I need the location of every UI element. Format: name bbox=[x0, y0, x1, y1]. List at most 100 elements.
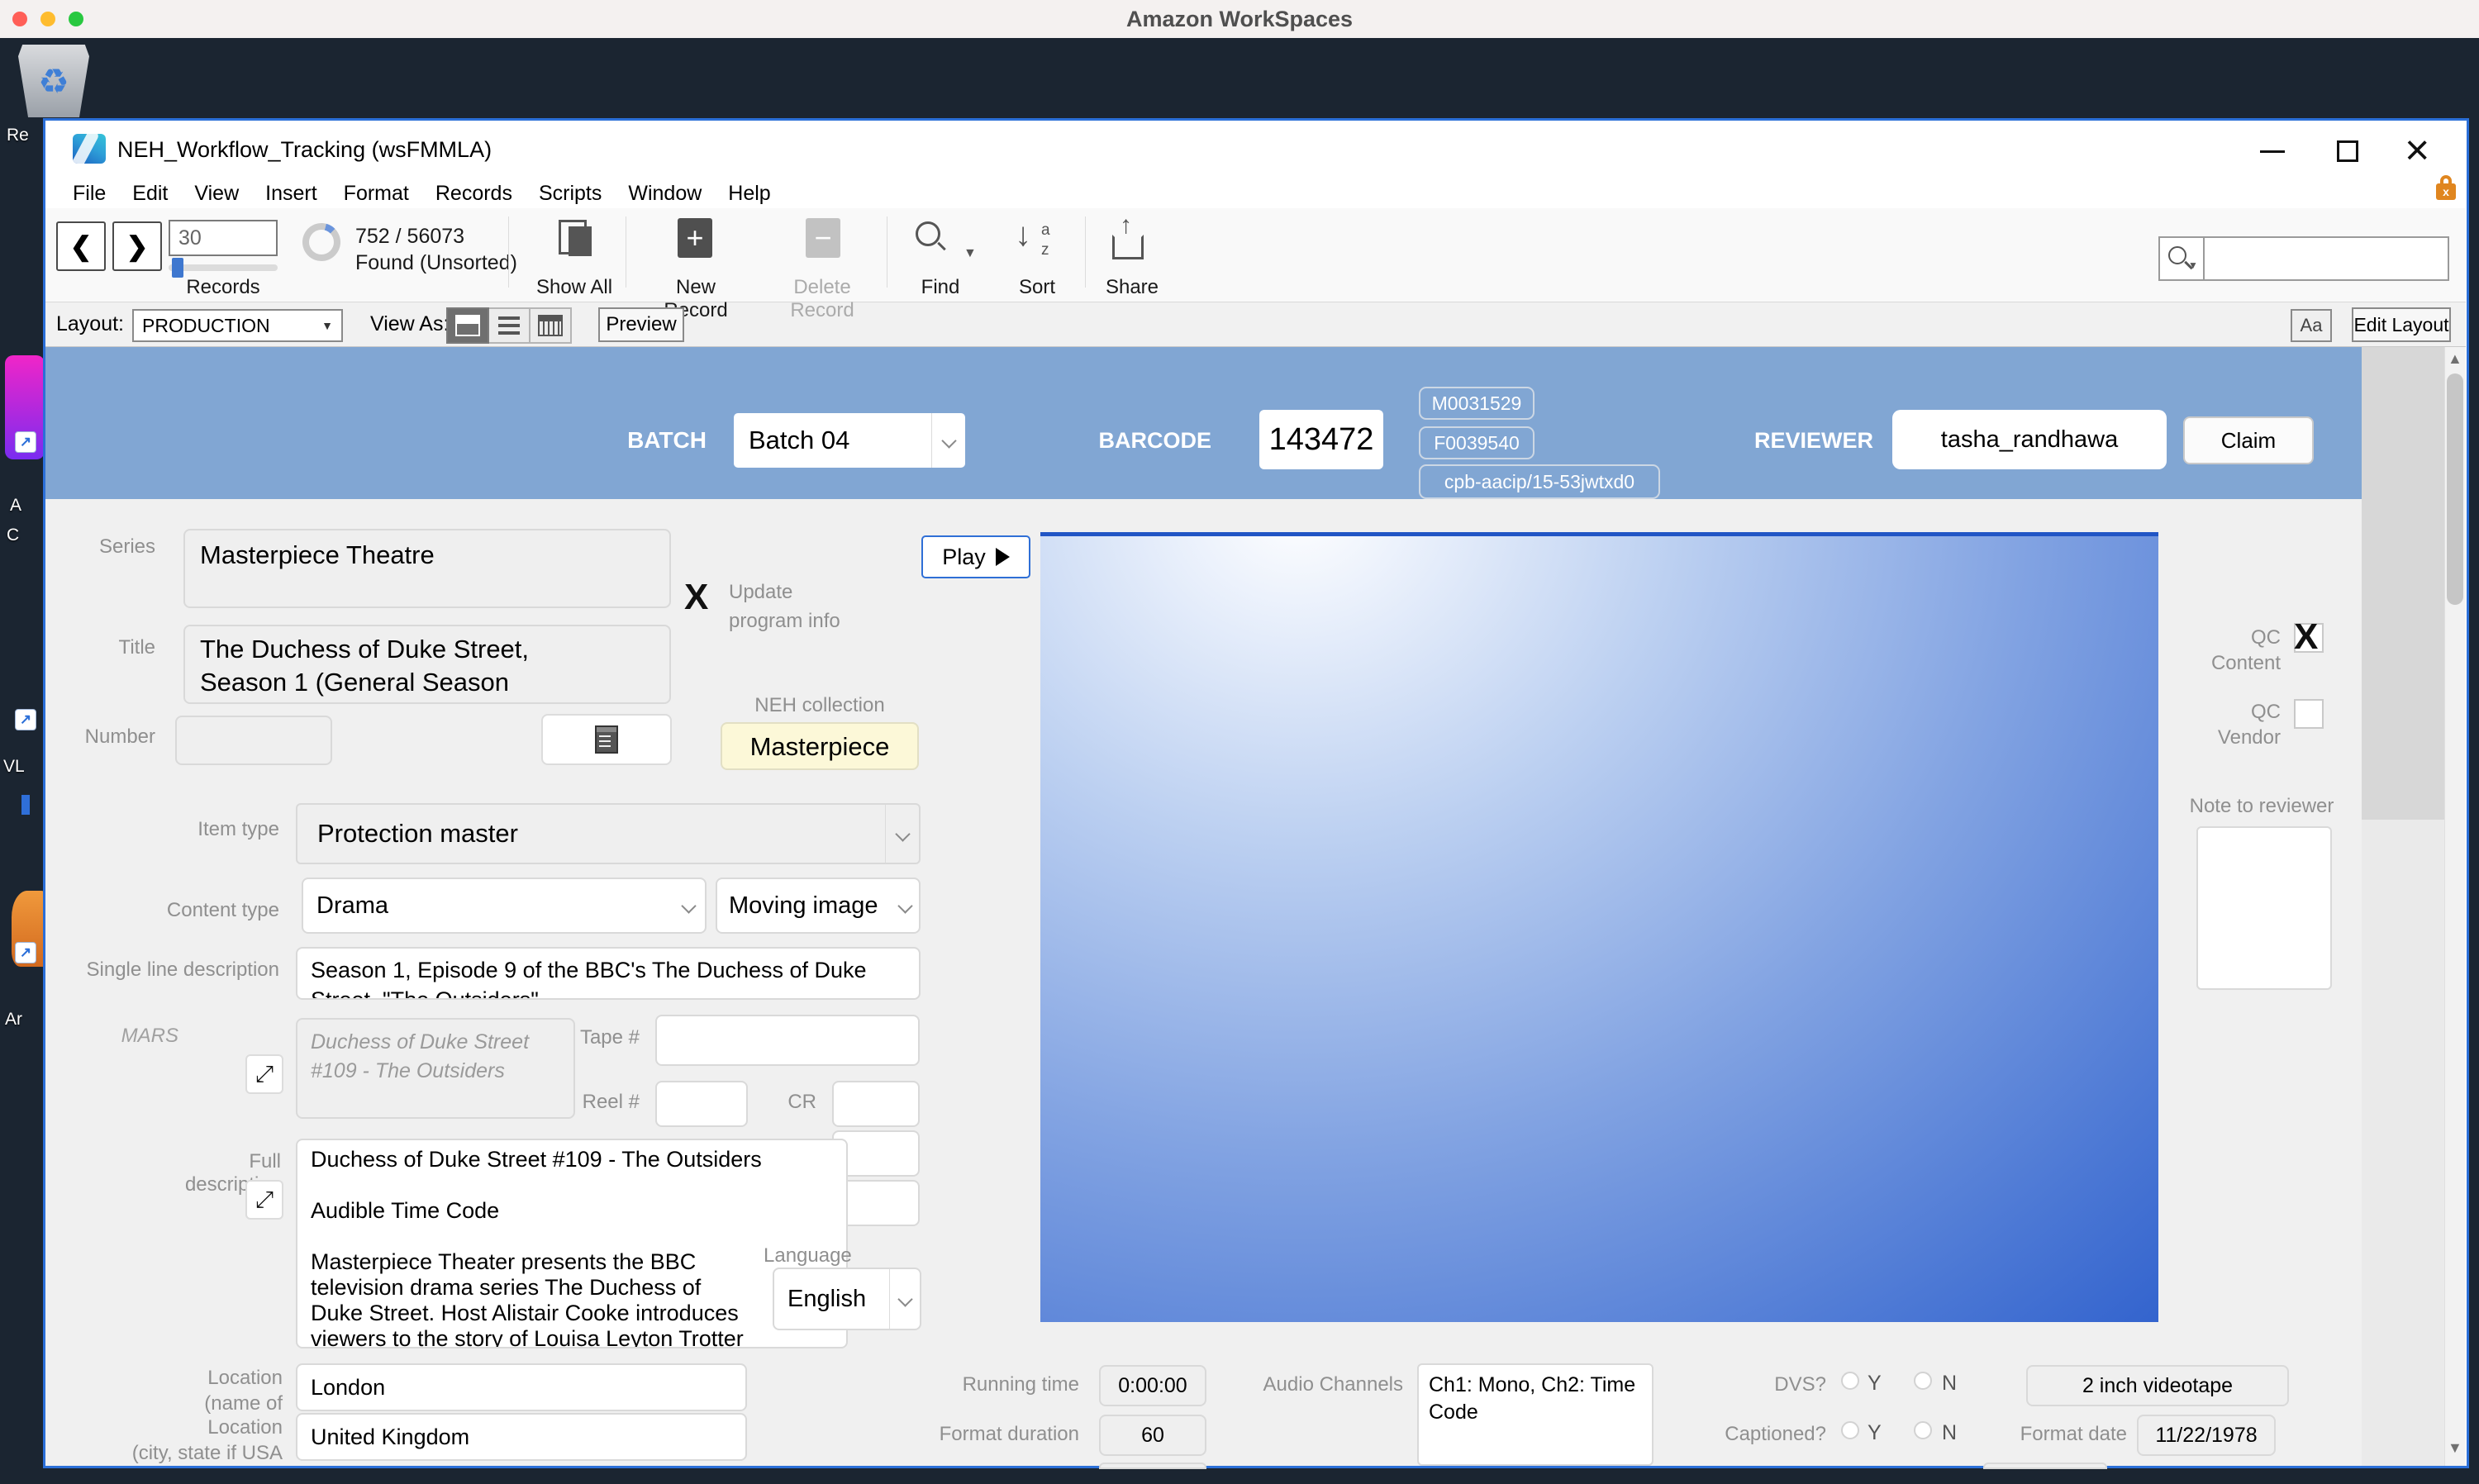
quick-find-input[interactable] bbox=[2205, 238, 2448, 279]
chevron-down-icon bbox=[885, 805, 919, 863]
menu-view[interactable]: View bbox=[194, 182, 239, 206]
running-time-field[interactable]: 0:00:00 bbox=[1099, 1365, 1206, 1406]
claim-button[interactable]: Claim bbox=[2183, 416, 2314, 464]
minimize-icon[interactable] bbox=[2260, 150, 2285, 153]
batch-select-value: Batch 04 bbox=[749, 426, 849, 455]
menu-records[interactable]: Records bbox=[435, 182, 512, 206]
scrollbar-thumb[interactable] bbox=[2447, 373, 2463, 605]
toolbar-separator bbox=[1085, 216, 1086, 288]
traffic-light-close-icon[interactable] bbox=[12, 12, 27, 26]
preview-button[interactable]: Preview bbox=[598, 307, 684, 342]
location-city-field[interactable]: United Kingdom bbox=[296, 1413, 747, 1461]
clipped-field[interactable] bbox=[1983, 1463, 2107, 1469]
chevron-down-icon bbox=[891, 879, 919, 932]
view-form-button[interactable] bbox=[446, 307, 489, 344]
show-all-button[interactable]: Show All bbox=[529, 276, 620, 299]
view-list-button[interactable] bbox=[489, 307, 531, 344]
item-type-select[interactable]: Protection master bbox=[296, 803, 921, 864]
traffic-light-minimize-icon[interactable] bbox=[40, 12, 55, 26]
record-number-input[interactable]: 30 bbox=[169, 220, 278, 256]
play-triangle-icon bbox=[996, 548, 1010, 566]
view-table-button[interactable] bbox=[531, 307, 572, 344]
reel-number-field[interactable] bbox=[655, 1081, 748, 1127]
cr-field[interactable] bbox=[832, 1081, 920, 1127]
find-button[interactable]: Find bbox=[907, 276, 973, 299]
recycle-bin-icon[interactable]: ♻ bbox=[18, 45, 89, 117]
delete-record-button[interactable]: Delete Record bbox=[764, 276, 880, 322]
formatting-bar-button[interactable]: Aa bbox=[2291, 309, 2332, 342]
qc-content-checkbox[interactable]: X bbox=[2294, 623, 2324, 653]
edit-layout-button[interactable]: Edit Layout bbox=[2352, 307, 2451, 342]
next-record-button[interactable]: ❯ bbox=[112, 221, 162, 271]
barcode-field[interactable]: 143472 bbox=[1259, 410, 1383, 469]
maximize-icon[interactable] bbox=[2337, 140, 2358, 162]
format-date-field[interactable]: 11/22/1978 bbox=[2137, 1415, 2276, 1456]
videotape-format-field[interactable]: 2 inch videotape bbox=[2026, 1365, 2289, 1406]
captioned-y-radio[interactable] bbox=[1841, 1421, 1859, 1439]
menu-insert[interactable]: Insert bbox=[265, 182, 317, 206]
menu-edit[interactable]: Edit bbox=[132, 182, 168, 206]
menu-file[interactable]: File bbox=[73, 182, 106, 206]
record-slider-thumb[interactable] bbox=[172, 258, 183, 278]
content-type-select[interactable]: Drama bbox=[302, 878, 707, 934]
traffic-light-zoom-icon[interactable] bbox=[69, 12, 83, 26]
qc-content-label: QC Content bbox=[2182, 625, 2281, 676]
barcode-label: BARCODE bbox=[1092, 428, 1211, 454]
sort-a-glyph: a bbox=[1041, 221, 1050, 240]
content-type2-select[interactable]: Moving image bbox=[716, 878, 921, 934]
update-program-x-checkbox[interactable]: X bbox=[684, 577, 708, 618]
menu-help[interactable]: Help bbox=[728, 182, 770, 206]
sort-button[interactable]: Sort bbox=[1004, 276, 1070, 299]
menu-format[interactable]: Format bbox=[344, 182, 409, 206]
document-icon bbox=[595, 725, 618, 754]
find-dropdown-arrow-icon[interactable]: ▼ bbox=[964, 246, 977, 261]
dvs-n-radio[interactable] bbox=[1914, 1372, 1932, 1390]
location-name-field[interactable]: London bbox=[296, 1363, 747, 1411]
layout-select[interactable]: PRODUCTION ▼ bbox=[132, 309, 343, 342]
expand-icon[interactable]: ⤢ bbox=[245, 1180, 283, 1220]
language-select[interactable]: English bbox=[773, 1268, 921, 1330]
series-label: Series bbox=[45, 535, 155, 559]
reviewer-field[interactable]: tasha_randhawa bbox=[1892, 410, 2167, 469]
play-button[interactable]: Play bbox=[921, 535, 1030, 578]
layout-select-value: PRODUCTION bbox=[134, 315, 321, 337]
scroll-up-icon[interactable]: ▲ bbox=[2448, 350, 2462, 368]
menu-scripts[interactable]: Scripts bbox=[539, 182, 602, 206]
close-icon[interactable]: × bbox=[2405, 126, 2429, 175]
dvs-y-radio[interactable] bbox=[1841, 1372, 1859, 1390]
find-icon bbox=[916, 221, 940, 246]
record-slider[interactable] bbox=[169, 264, 278, 271]
delete-record-icon: − bbox=[806, 218, 840, 258]
expand-icon[interactable]: ⤢ bbox=[245, 1054, 283, 1094]
records-label: Records bbox=[169, 276, 278, 299]
video-preview[interactable] bbox=[1040, 532, 2158, 1322]
found-set-pie-icon[interactable] bbox=[302, 223, 340, 261]
series-field[interactable]: Masterpiece Theatre bbox=[183, 529, 671, 608]
neh-collection-field[interactable]: Masterpiece bbox=[721, 722, 919, 770]
previous-record-button[interactable]: ❮ bbox=[56, 221, 106, 271]
number-label: Number bbox=[45, 725, 155, 749]
captioned-n-label: N bbox=[1942, 1421, 1957, 1445]
clipped-field[interactable] bbox=[1099, 1463, 1206, 1469]
quick-find-scope-button[interactable]: ▼ bbox=[2160, 238, 2205, 279]
full-description-field[interactable]: Duchess of Duke Street #109 - The Outsid… bbox=[296, 1139, 848, 1348]
number-field[interactable] bbox=[175, 716, 332, 765]
format-duration-field[interactable]: 60 bbox=[1099, 1415, 1206, 1456]
chevron-down-icon bbox=[672, 879, 705, 932]
list-view-icon bbox=[498, 316, 520, 335]
title-label: Title bbox=[45, 636, 155, 659]
share-button[interactable]: Share bbox=[1099, 276, 1165, 299]
note-to-reviewer-field[interactable] bbox=[2196, 826, 2332, 990]
qc-vendor-checkbox[interactable] bbox=[2294, 699, 2324, 729]
tape-number-field[interactable] bbox=[655, 1015, 920, 1066]
menu-window[interactable]: Window bbox=[628, 182, 702, 206]
content-type2-value: Moving image bbox=[729, 892, 878, 920]
single-line-description-field[interactable]: Season 1, Episode 9 of the BBC's The Duc… bbox=[296, 947, 921, 1000]
title-field[interactable]: The Duchess of Duke Street, Season 1 (Ge… bbox=[183, 625, 671, 704]
location-name-label: Location (name of bbox=[99, 1365, 283, 1416]
audio-channels-field[interactable]: Ch1: Mono, Ch2: Time Code bbox=[1417, 1363, 1653, 1466]
batch-select[interactable]: Batch 04 bbox=[734, 413, 965, 468]
scroll-down-icon[interactable]: ▼ bbox=[2448, 1439, 2462, 1457]
notes-button[interactable] bbox=[541, 714, 672, 765]
captioned-n-radio[interactable] bbox=[1914, 1421, 1932, 1439]
